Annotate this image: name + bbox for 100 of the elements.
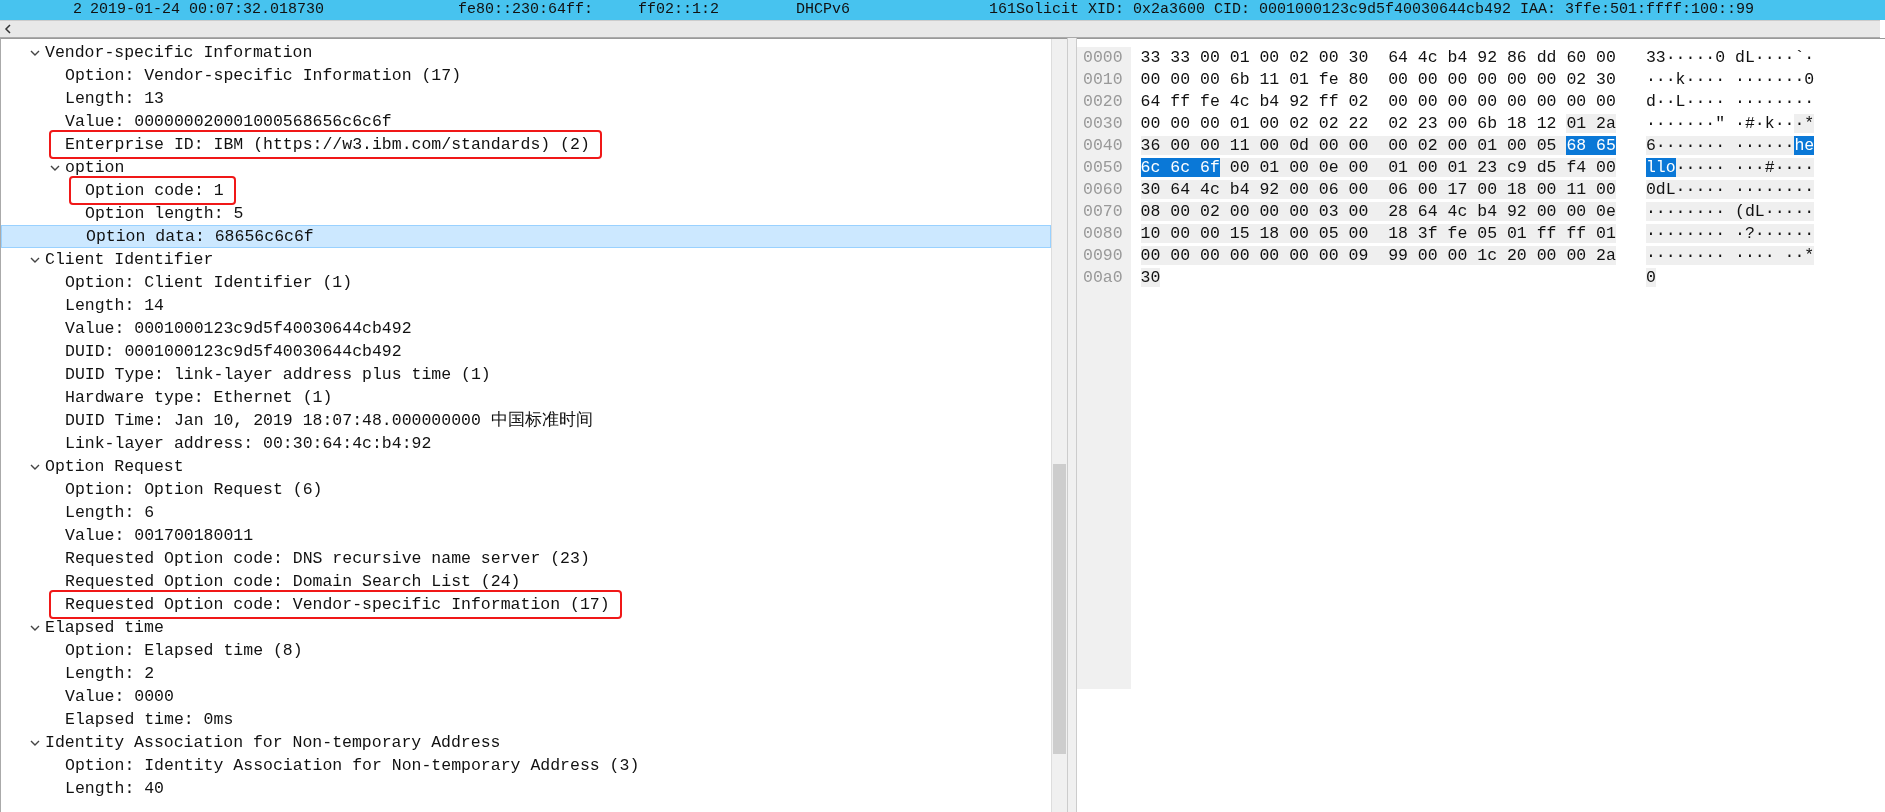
ascii-text: ·······" ·#·k···* xyxy=(1645,113,1815,135)
tree-row[interactable]: Value: 0000 xyxy=(1,685,1051,708)
selected-tree-row[interactable]: Option data: 68656c6c6f xyxy=(1,225,1051,248)
hex-offset: 0040 xyxy=(1083,135,1123,157)
tree-item[interactable]: Client Identifier xyxy=(45,249,214,270)
ascii-text: ···k···· ·······0 xyxy=(1645,69,1815,91)
tree-item[interactable]: Option: Elapsed time (8) xyxy=(65,640,303,661)
hex-offset: 0050 xyxy=(1083,157,1123,179)
tree-item[interactable]: Option: Identity Association for Non-temporary Address (3) xyxy=(65,755,640,776)
tree-row[interactable]: Length: 14 xyxy=(1,294,1051,317)
hex-bytes: 08 00 02 00 00 00 03 00 28 64 4c b4 92 00 00 0e xyxy=(1140,201,1616,223)
tree-row[interactable]: Value: 0001000123c9d5f40030644cb492 xyxy=(1,317,1051,340)
tree-item[interactable]: DUID Time: Jan 10, 2019 18:07:48.000000000 中国标准时间 xyxy=(65,410,593,431)
tree-item[interactable]: Enterprise ID: IBM (https://w3.ibm.com/standards) (2) xyxy=(51,132,600,157)
packet-cell-text: Solicit XID: 0x2a3600 CID: 0001000123c9d5f40030644cb492 IAA: 3ffe:501:ffff:100::99 xyxy=(1016,0,1756,20)
hex-offset: 0000 xyxy=(1083,47,1123,69)
tree-row[interactable]: Length: 40 xyxy=(1,777,1051,800)
tree-row[interactable]: DUID Type: link-layer address plus time (1) xyxy=(1,363,1051,386)
tree-row[interactable]: Requested Option code: Vendor-specific Information (17) xyxy=(1,593,1051,616)
tree-item[interactable]: Option Request xyxy=(45,456,184,477)
hex-offset: 0020 xyxy=(1083,91,1123,113)
horizontal-scrollbar[interactable] xyxy=(0,20,1880,38)
tree-row[interactable]: DUID: 0001000123c9d5f40030644cb492 xyxy=(1,340,1051,363)
tree-row[interactable]: Option: Identity Association for Non-temporary Address (3) xyxy=(1,754,1051,777)
tree-row[interactable]: Option: Option Request (6) xyxy=(1,478,1051,501)
tree-item[interactable]: Value: 001700180011 xyxy=(65,525,254,546)
tree-item[interactable]: Elapsed time: 0ms xyxy=(65,709,234,730)
hex-offset: 0030 xyxy=(1083,113,1123,135)
tree-item[interactable]: DUID Type: link-layer address plus time (1) xyxy=(65,364,491,385)
tree-item[interactable]: Requested Option code: Domain Search List (24) xyxy=(65,571,521,592)
tree-item[interactable]: Option: Vendor-specific Information (17) xyxy=(65,65,462,86)
tree-item[interactable]: Option data: 68656c6c6f xyxy=(86,226,314,247)
hex-bytes: 36 00 00 11 00 0d 00 00 00 02 00 01 00 05 68 65 xyxy=(1140,135,1616,157)
tree-item[interactable]: Requested Option code: DNS recursive name server (23) xyxy=(65,548,590,569)
tree-row[interactable]: DUID Time: Jan 10, 2019 18:07:48.000000000 中国标准时间 xyxy=(1,409,1051,432)
tree-item[interactable]: Value: 0001000123c9d5f40030644cb492 xyxy=(65,318,412,339)
tree-row[interactable]: Option: Elapsed time (8) xyxy=(1,639,1051,662)
tree-row[interactable]: option xyxy=(1,156,1051,179)
packet-cell-text: 161 xyxy=(988,0,1016,20)
tree-item[interactable]: DUID: 0001000123c9d5f40030644cb492 xyxy=(65,341,402,362)
ascii-text: 6······· ······he xyxy=(1645,135,1815,157)
packet-cell-text: DHCPv6 xyxy=(796,0,851,20)
hex-bytes: 6c 6c 6f 00 01 00 0e 00 01 00 01 23 c9 d5 f4 00 xyxy=(1140,157,1616,179)
tree-row[interactable]: Elapsed time: 0ms xyxy=(1,708,1051,731)
tree-item[interactable]: Length: 6 xyxy=(65,502,155,523)
tree-row[interactable]: Client Identifier xyxy=(1,248,1051,271)
hex-offset: 0070 xyxy=(1083,201,1123,223)
tree-item[interactable]: Vendor-specific Information xyxy=(45,42,313,63)
ascii-text: llo····· ···#···· xyxy=(1645,157,1815,179)
tree-item[interactable]: Identity Association for Non-temporary Address xyxy=(45,732,501,753)
tree-row[interactable]: Option: Vendor-specific Information (17) xyxy=(1,64,1051,87)
tree-item[interactable]: Hardware type: Ethernet (1) xyxy=(65,387,333,408)
tree-item[interactable]: Length: 14 xyxy=(65,295,165,316)
hex-bytes: 00 00 00 6b 11 01 fe 80 00 00 00 00 00 00 02 30 xyxy=(1140,69,1616,91)
tree-item[interactable]: Option: Client Identifier (1) xyxy=(65,272,353,293)
tree-row[interactable]: Option code: 1 xyxy=(1,179,1051,202)
ascii-text: ········ ·?······ xyxy=(1645,223,1815,245)
ascii-text: 0dL····· ········ xyxy=(1645,179,1815,201)
tree-row[interactable]: Option: Client Identifier (1) xyxy=(1,271,1051,294)
tree-row[interactable]: Identity Association for Non-temporary Address xyxy=(1,731,1051,754)
tree-item[interactable]: Option code: 1 xyxy=(71,178,234,203)
hex-bytes: 64 ff fe 4c b4 92 ff 02 00 00 00 00 00 00 00 00 xyxy=(1140,91,1616,113)
tree-row[interactable]: Option Request xyxy=(1,455,1051,478)
tree-row[interactable]: Hardware type: Ethernet (1) xyxy=(1,386,1051,409)
packet-cell-text: 2019-01-24 00:07:32.018730 xyxy=(90,0,326,20)
ascii-text: ········ ···· ··* xyxy=(1645,245,1815,267)
tree-item[interactable]: Value: 000000020001000568656c6c6f xyxy=(65,111,392,132)
hex-offset: 0090 xyxy=(1083,245,1123,267)
tree-row[interactable]: Enterprise ID: IBM (https://w3.ibm.com/standards) (2) xyxy=(1,133,1051,156)
ascii-text: d··L···· ········ xyxy=(1645,91,1815,113)
tree-item[interactable]: Length: 40 xyxy=(65,778,165,799)
hex-offset: 0010 xyxy=(1083,69,1123,91)
vertical-scrollbar[interactable] xyxy=(1051,39,1067,812)
tree-row[interactable]: Link-layer address: 00:30:64:4c:b4:92 xyxy=(1,432,1051,455)
hex-bytes: 10 00 00 15 18 00 05 00 18 3f fe 05 01 ff ff 01 xyxy=(1140,223,1616,245)
tree-row[interactable]: Length: 6 xyxy=(1,501,1051,524)
scrollbar-thumb[interactable] xyxy=(1053,464,1066,754)
tree-item[interactable]: Requested Option code: Vendor-specific Information (17) xyxy=(51,592,620,617)
tree-row[interactable]: Value: 000000020001000568656c6c6f xyxy=(1,110,1051,133)
tree-item[interactable]: Elapsed time xyxy=(45,617,164,638)
tree-item[interactable]: Option length: 5 xyxy=(85,203,244,224)
tree-row[interactable]: Option length: 5 xyxy=(1,202,1051,225)
ascii-text: ········ (dL····· xyxy=(1645,201,1815,223)
hex-offset: 0080 xyxy=(1083,223,1123,245)
tree-row[interactable]: Value: 001700180011 xyxy=(1,524,1051,547)
hex-offset: 0060 xyxy=(1083,179,1123,201)
tree-row[interactable]: Requested Option code: Domain Search List (24) xyxy=(1,570,1051,593)
tree-item[interactable]: option xyxy=(65,157,125,178)
tree-item[interactable]: Option: Option Request (6) xyxy=(65,479,323,500)
tree-row[interactable]: Elapsed time xyxy=(1,616,1051,639)
tree-item[interactable]: Length: 2 xyxy=(65,663,155,684)
tree-item[interactable]: Length: 13 xyxy=(65,88,165,109)
tree-row[interactable]: Vendor-specific Information xyxy=(1,41,1051,64)
tree-row[interactable]: Length: 13 xyxy=(1,87,1051,110)
tree-item[interactable]: Link-layer address: 00:30:64:4c:b4:92 xyxy=(65,433,432,454)
ascii-text: 0 xyxy=(1645,267,1657,289)
tree-row[interactable]: Length: 2 xyxy=(1,662,1051,685)
scroll-left-icon[interactable] xyxy=(4,24,12,34)
tree-item[interactable]: Value: 0000 xyxy=(65,686,174,707)
tree-row[interactable]: Requested Option code: DNS recursive name server (23) xyxy=(1,547,1051,570)
